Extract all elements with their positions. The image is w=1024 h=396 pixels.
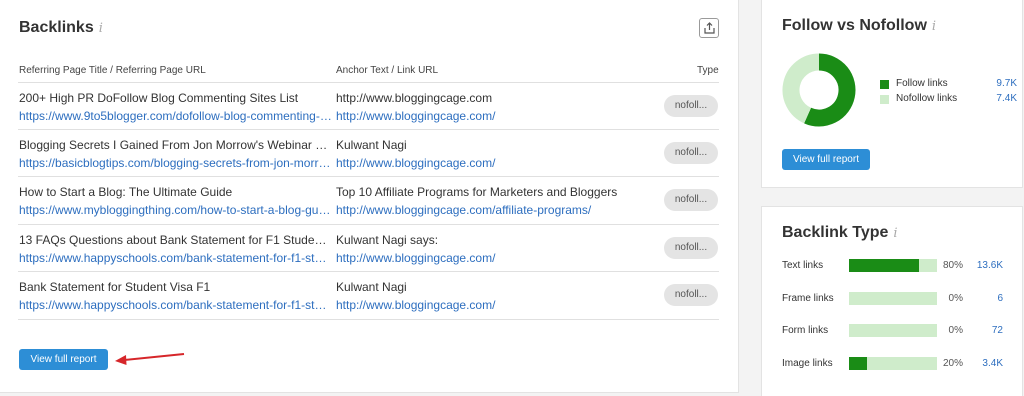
link-url[interactable]: http://www.bloggingcage.com/ bbox=[336, 298, 636, 312]
info-icon[interactable]: i bbox=[99, 21, 103, 36]
column-header-referring-page: Referring Page Title / Referring Page UR… bbox=[19, 65, 206, 76]
referring-page-url-link[interactable]: https://www.happyschools.com/bank-statem… bbox=[19, 298, 333, 312]
referring-page-title: Bank Statement for Student Visa F1 bbox=[19, 280, 211, 294]
anchor-text: Kulwant Nagi bbox=[336, 138, 407, 152]
link-url[interactable]: http://www.bloggingcage.com/ bbox=[336, 109, 636, 123]
backlink-type-title: Backlink Type i bbox=[782, 224, 898, 241]
info-icon[interactable]: i bbox=[932, 19, 936, 34]
backlinks-title: Backlinks i bbox=[19, 19, 103, 36]
link-url[interactable]: http://www.bloggingcage.com/ bbox=[336, 251, 636, 265]
nofollow-legend-swatch bbox=[880, 95, 889, 104]
text-links-label: Text links bbox=[782, 260, 824, 271]
referring-page-url-link[interactable]: https://www.happyschools.com/bank-statem… bbox=[19, 251, 333, 265]
form-links-bar bbox=[849, 324, 937, 337]
follow-links-count[interactable]: 9.7K bbox=[977, 78, 1017, 89]
text-links-count[interactable]: 13.6K bbox=[970, 260, 1003, 271]
text-links-bar bbox=[849, 259, 937, 272]
follow-legend-swatch bbox=[880, 80, 889, 89]
table-row: Blogging Secrets I Gained From Jon Morro… bbox=[18, 129, 719, 177]
frame-links-percent: 0% bbox=[948, 293, 963, 304]
backlinks-view-full-report-button[interactable]: View full report bbox=[19, 349, 108, 370]
referring-page-title: 13 FAQs Questions about Bank Statement f… bbox=[19, 233, 329, 247]
follow-legend-label: Follow links bbox=[896, 78, 948, 89]
referring-page-url-link[interactable]: https://www.mybloggingthing.com/how-to-s… bbox=[19, 203, 333, 217]
type-badge: nofoll... bbox=[664, 189, 718, 211]
anchor-text: Kulwant Nagi says: bbox=[336, 233, 439, 247]
arrow-annotation bbox=[115, 353, 185, 365]
info-icon[interactable]: i bbox=[893, 226, 897, 241]
image-links-count[interactable]: 3.4K bbox=[970, 358, 1003, 369]
table-row: How to Start a Blog: The Ultimate Guide … bbox=[18, 176, 719, 224]
follow-nofollow-donut-chart bbox=[782, 53, 856, 127]
frame-links-label: Frame links bbox=[782, 293, 834, 304]
table-row: 13 FAQs Questions about Bank Statement f… bbox=[18, 224, 719, 272]
table-row: Bank Statement for Student Visa F1 https… bbox=[18, 271, 719, 320]
column-header-anchor: Anchor Text / Link URL bbox=[336, 65, 439, 76]
referring-page-url-link[interactable]: https://www.9to5blogger.com/dofollow-blo… bbox=[19, 109, 333, 123]
form-links-count[interactable]: 72 bbox=[970, 325, 1003, 336]
follow-vs-nofollow-title: Follow vs Nofollow i bbox=[782, 17, 937, 34]
nofollow-legend-label: Nofollow links bbox=[896, 93, 958, 104]
anchor-text: Kulwant Nagi bbox=[336, 280, 407, 294]
type-badge: nofoll... bbox=[664, 284, 718, 306]
image-links-label: Image links bbox=[782, 358, 833, 369]
export-icon bbox=[704, 22, 715, 34]
frame-links-count[interactable]: 6 bbox=[970, 293, 1003, 304]
link-url[interactable]: http://www.bloggingcage.com/affiliate-pr… bbox=[336, 203, 636, 217]
column-header-type: Type bbox=[697, 65, 719, 76]
image-links-bar bbox=[849, 357, 937, 370]
referring-page-title: 200+ High PR DoFollow Blog Commenting Si… bbox=[19, 91, 299, 105]
type-badge: nofoll... bbox=[664, 142, 718, 164]
nofollow-slice bbox=[782, 53, 820, 124]
table-row: 200+ High PR DoFollow Blog Commenting Si… bbox=[18, 82, 719, 130]
type-badge: nofoll... bbox=[664, 237, 718, 259]
form-links-percent: 0% bbox=[948, 325, 963, 336]
nofollow-links-count[interactable]: 7.4K bbox=[977, 93, 1017, 104]
image-links-bar-fill bbox=[849, 357, 867, 370]
anchor-text: http://www.bloggingcage.com bbox=[336, 91, 493, 105]
anchor-text: Top 10 Affiliate Programs for Marketers … bbox=[336, 185, 618, 199]
form-links-label: Form links bbox=[782, 325, 829, 336]
referring-page-title: How to Start a Blog: The Ultimate Guide bbox=[19, 185, 233, 199]
follow-view-full-report-button[interactable]: View full report bbox=[782, 149, 870, 170]
referring-page-url-link[interactable]: https://basicblogtips.com/blogging-secre… bbox=[19, 156, 333, 170]
type-badge: nofoll... bbox=[664, 95, 718, 117]
referring-page-title: Blogging Secrets I Gained From Jon Morro… bbox=[19, 138, 329, 152]
frame-links-bar bbox=[849, 292, 937, 305]
text-links-bar-fill bbox=[849, 259, 920, 272]
image-links-percent: 20% bbox=[942, 358, 963, 369]
export-button[interactable] bbox=[699, 18, 719, 38]
link-url[interactable]: http://www.bloggingcage.com/ bbox=[336, 156, 636, 170]
text-links-percent: 80% bbox=[942, 260, 963, 271]
